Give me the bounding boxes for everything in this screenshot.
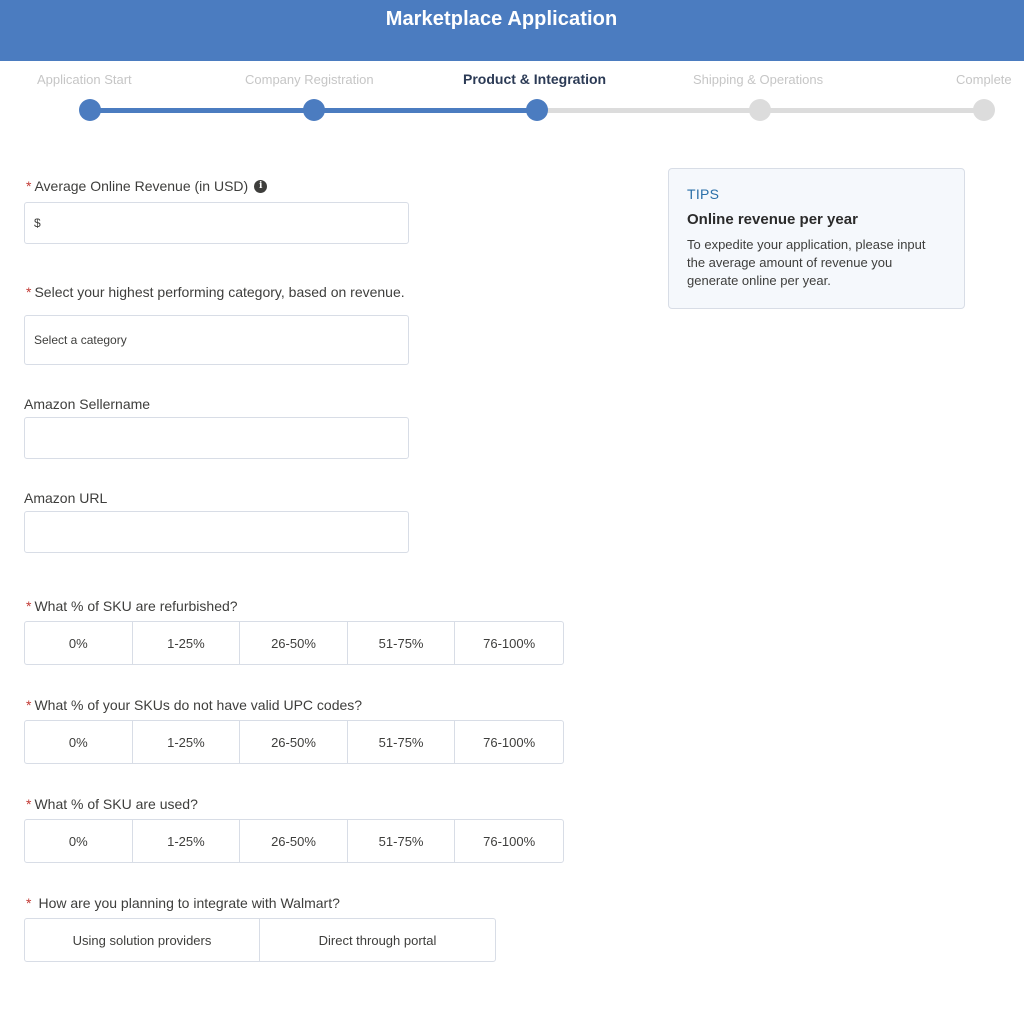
used-option-1-25[interactable]: 1-25% [133,820,241,862]
refurbished-option-51-75[interactable]: 51-75% [348,622,456,664]
upc-options: 0% 1-25% 26-50% 51-75% 76-100% [24,720,564,764]
required-mark: * [26,284,32,300]
used-option-76-100[interactable]: 76-100% [455,820,563,862]
seller-label: Amazon Sellername [24,396,151,412]
url-label: Amazon URL [24,490,108,506]
refurbished-label: * What % of SKU are refurbished? [26,598,238,614]
category-label-text: Select your highest performing category,… [34,284,405,300]
upc-option-51-75[interactable]: 51-75% [348,721,456,763]
category-label: * Select your highest performing category… [26,284,405,300]
step-application-start[interactable]: Application Start [37,72,132,87]
upc-option-1-25[interactable]: 1-25% [133,721,241,763]
used-option-26-50[interactable]: 26-50% [240,820,348,862]
app-header: Marketplace Application [0,0,1024,61]
required-mark: * [26,796,32,812]
refurbished-option-26-50[interactable]: 26-50% [240,622,348,664]
used-label: * What % of SKU are used? [26,796,198,812]
required-mark: * [26,178,32,194]
step-product-integration[interactable]: Product & Integration [463,71,606,87]
step-complete[interactable]: Complete [956,72,1012,87]
integration-label: * How are you planning to integrate with … [26,895,340,911]
info-icon[interactable]: i [254,180,268,193]
used-option-51-75[interactable]: 51-75% [348,820,456,862]
tips-panel: TIPS Online revenue per year To expedite… [668,168,965,309]
upc-label-text: What % of your SKUs do not have valid UP… [34,697,363,713]
upc-option-0[interactable]: 0% [25,721,133,763]
revenue-label-text: Average Online Revenue (in USD) [34,178,249,194]
required-mark: * [26,697,32,713]
category-select[interactable]: Select a category [24,315,409,365]
category-select-value: Select a category [34,333,127,347]
required-mark: * [26,598,32,614]
progress-dot-3[interactable] [526,99,548,121]
page-title: Marketplace Application [385,8,618,30]
refurbished-label-text: What % of SKU are refurbished? [34,598,238,614]
revenue-input[interactable]: $ [24,202,409,244]
upc-label: * What % of your SKUs do not have valid U… [26,697,362,713]
integration-option-direct-portal[interactable]: Direct through portal [260,919,495,961]
used-label-text: What % of SKU are used? [34,796,198,812]
revenue-input-value: $ [34,216,41,230]
used-option-0[interactable]: 0% [25,820,133,862]
progress-dot-2[interactable] [303,99,325,121]
refurbished-option-76-100[interactable]: 76-100% [455,622,563,664]
refurbished-option-0[interactable]: 0% [25,622,133,664]
seller-input[interactable] [24,417,409,459]
tips-heading: Online revenue per year [687,211,858,228]
upc-option-26-50[interactable]: 26-50% [240,721,348,763]
progress-dot-4[interactable] [749,99,771,121]
used-options: 0% 1-25% 26-50% 51-75% 76-100% [24,819,564,863]
required-mark: * [26,895,32,911]
progress-dot-1[interactable] [79,99,101,121]
integration-option-solution-providers[interactable]: Using solution providers [25,919,260,961]
tips-body: To expedite your application, please inp… [687,237,926,288]
tips-kicker: TIPS [687,186,720,202]
integration-options: Using solution providers Direct through … [24,918,496,962]
refurbished-option-1-25[interactable]: 1-25% [133,622,241,664]
upc-option-76-100[interactable]: 76-100% [455,721,563,763]
progress-dot-5[interactable] [973,99,995,121]
integration-label-text: How are you planning to integrate with W… [38,895,340,911]
revenue-label: * Average Online Revenue (in USD) i [26,178,268,194]
step-shipping-operations[interactable]: Shipping & Operations [693,72,823,87]
url-input[interactable] [24,511,409,553]
refurbished-options: 0% 1-25% 26-50% 51-75% 76-100% [24,621,564,665]
step-company-registration[interactable]: Company Registration [245,72,374,87]
